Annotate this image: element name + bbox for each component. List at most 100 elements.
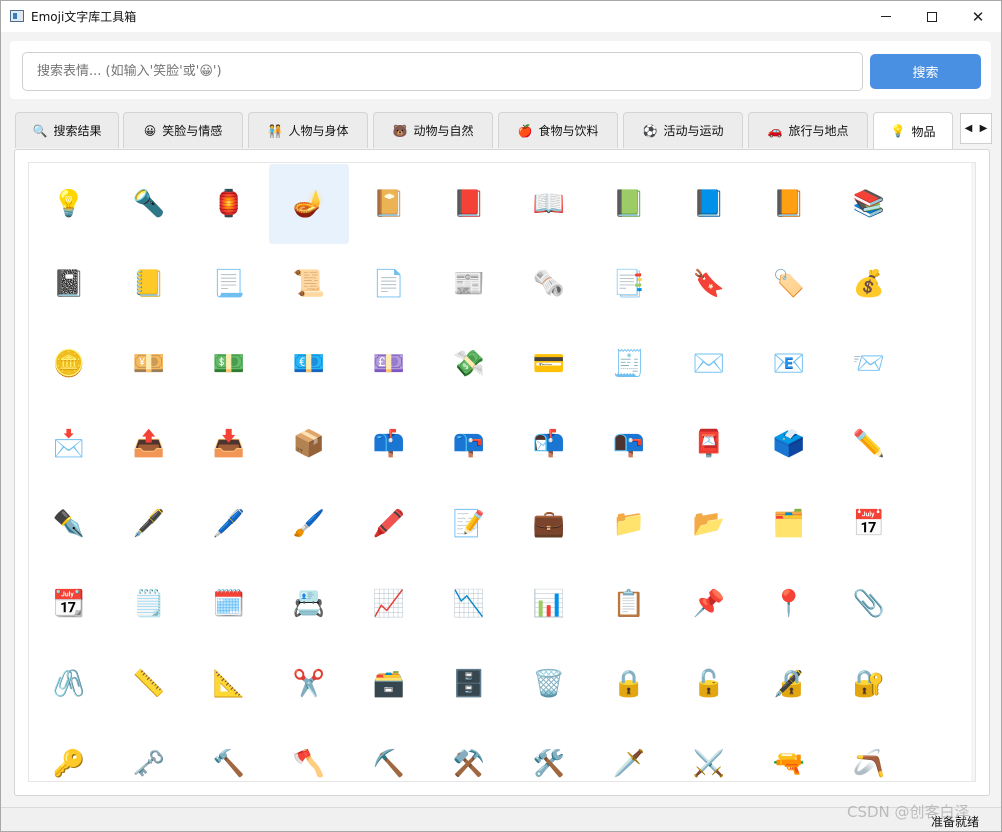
emoji-button[interactable]: 🛠️ [509,724,589,781]
emoji-button[interactable]: 📑 [589,244,669,324]
minimize-button[interactable] [863,1,909,32]
emoji-button[interactable]: 📅 [829,484,909,564]
emoji-button[interactable]: 🗡️ [589,724,669,781]
emoji-button[interactable]: 📧 [749,324,829,404]
tab-6[interactable]: 🚗 旅行与地点 [748,112,868,148]
tab-1[interactable]: 😀 笑脸与情感 [123,112,243,148]
emoji-button[interactable]: 💳 [509,324,589,404]
emoji-button[interactable]: 📊 [509,564,589,644]
emoji-button[interactable]: 🏷️ [749,244,829,324]
emoji-button[interactable]: 🖊️ [189,484,269,564]
emoji-button[interactable]: ⚒️ [429,724,509,781]
emoji-button[interactable]: 💷 [349,324,429,404]
emoji-button[interactable]: 🗞️ [509,244,589,324]
emoji-button[interactable]: 🧾 [589,324,669,404]
scroll-right-icon[interactable]: ▶ [980,123,988,134]
emoji-button[interactable]: ✉️ [669,324,749,404]
emoji-button[interactable]: 🗑️ [509,644,589,724]
emoji-button[interactable]: 📌 [669,564,749,644]
scroll-left-icon[interactable]: ◀ [965,123,973,134]
emoji-button[interactable]: 📕 [429,164,509,244]
emoji-button[interactable]: 📰 [429,244,509,324]
emoji-button[interactable]: 🔒 [589,644,669,724]
emoji-button[interactable]: 📨 [829,324,909,404]
emoji-button[interactable]: 🔓 [669,644,749,724]
emoji-button[interactable]: 🔦 [109,164,189,244]
emoji-button[interactable]: 📋 [589,564,669,644]
emoji-button[interactable]: 💶 [269,324,349,404]
emoji-button[interactable]: 🏮 [189,164,269,244]
emoji-button[interactable]: 📐 [189,644,269,724]
emoji-button[interactable]: ⛏️ [349,724,429,781]
emoji-button[interactable]: 🔨 [189,724,269,781]
emoji-button[interactable]: 🔫 [749,724,829,781]
tab-0[interactable]: 🔍 搜索结果 [15,112,119,148]
emoji-button[interactable]: 📪 [429,404,509,484]
emoji-button[interactable]: 📇 [269,564,349,644]
emoji-button[interactable]: 🖍️ [349,484,429,564]
emoji-button[interactable]: 🖇️ [29,644,109,724]
emoji-button[interactable]: 📁 [589,484,669,564]
emoji-button[interactable]: 📚 [829,164,909,244]
emoji-button[interactable]: 📖 [509,164,589,244]
emoji-button[interactable]: 📘 [669,164,749,244]
tab-7[interactable]: 💡 物品 [873,112,953,149]
tab-scroll-buttons[interactable]: ◀ ▶ [960,113,992,144]
tab-4[interactable]: 🍎 食物与饮料 [498,112,618,148]
emoji-button[interactable]: 💸 [429,324,509,404]
emoji-button[interactable]: 📔 [349,164,429,244]
emoji-button[interactable]: 📄 [349,244,429,324]
emoji-button[interactable]: 🗝️ [109,724,189,781]
emoji-button[interactable]: 💼 [509,484,589,564]
emoji-button[interactable]: 🗓️ [189,564,269,644]
emoji-button[interactable]: ✒️ [29,484,109,564]
emoji-button[interactable]: 🗃️ [349,644,429,724]
emoji-button[interactable]: 📉 [429,564,509,644]
emoji-button[interactable]: 📈 [349,564,429,644]
emoji-button[interactable]: 📍 [749,564,829,644]
emoji-button[interactable]: 📂 [669,484,749,564]
emoji-button[interactable]: 🔏 [749,644,829,724]
emoji-button[interactable]: 📒 [109,244,189,324]
emoji-button[interactable]: 📝 [429,484,509,564]
emoji-button[interactable]: 🪓 [269,724,349,781]
emoji-button[interactable]: 📜 [269,244,349,324]
emoji-button[interactable]: 💡 [29,164,109,244]
emoji-button[interactable]: 💵 [189,324,269,404]
emoji-button[interactable]: 🗄️ [429,644,509,724]
emoji-button[interactable]: 📫 [349,404,429,484]
tab-5[interactable]: ⚽ 活动与运动 [623,112,743,148]
emoji-button[interactable]: 📥 [189,404,269,484]
emoji-button[interactable]: 🗂️ [749,484,829,564]
close-button[interactable]: ✕ [955,1,1001,32]
emoji-button[interactable]: 🔐 [829,644,909,724]
emoji-button[interactable]: 📩 [29,404,109,484]
emoji-button[interactable]: 🔖 [669,244,749,324]
emoji-button[interactable]: 🗒️ [109,564,189,644]
emoji-button[interactable]: 🪃 [829,724,909,781]
search-button[interactable]: 搜索 [870,54,981,89]
emoji-button[interactable]: 📓 [29,244,109,324]
vertical-scrollbar[interactable] [971,163,975,781]
emoji-button[interactable]: 🖌️ [269,484,349,564]
emoji-button[interactable]: ✏️ [829,404,909,484]
maximize-button[interactable] [909,1,955,32]
tab-3[interactable]: 🐻 动物与自然 [373,112,493,148]
emoji-button[interactable]: 🪙 [29,324,109,404]
emoji-button[interactable]: 💰 [829,244,909,324]
emoji-button[interactable]: ✂️ [269,644,349,724]
emoji-button[interactable]: 🔑 [29,724,109,781]
emoji-button[interactable]: 📤 [109,404,189,484]
emoji-button[interactable]: 🪔 [269,164,349,244]
emoji-button[interactable]: ⚔️ [669,724,749,781]
emoji-button[interactable]: 📮 [669,404,749,484]
emoji-button[interactable]: 📭 [589,404,669,484]
tab-2[interactable]: 🧑‍🤝‍🧑 人物与身体 [248,112,368,148]
emoji-button[interactable]: 📦 [269,404,349,484]
emoji-button[interactable]: 📬 [509,404,589,484]
search-input[interactable] [22,52,863,91]
emoji-button[interactable]: 📏 [109,644,189,724]
emoji-button[interactable]: 🖋️ [109,484,189,564]
emoji-button[interactable]: 📗 [589,164,669,244]
emoji-button[interactable]: 📙 [749,164,829,244]
